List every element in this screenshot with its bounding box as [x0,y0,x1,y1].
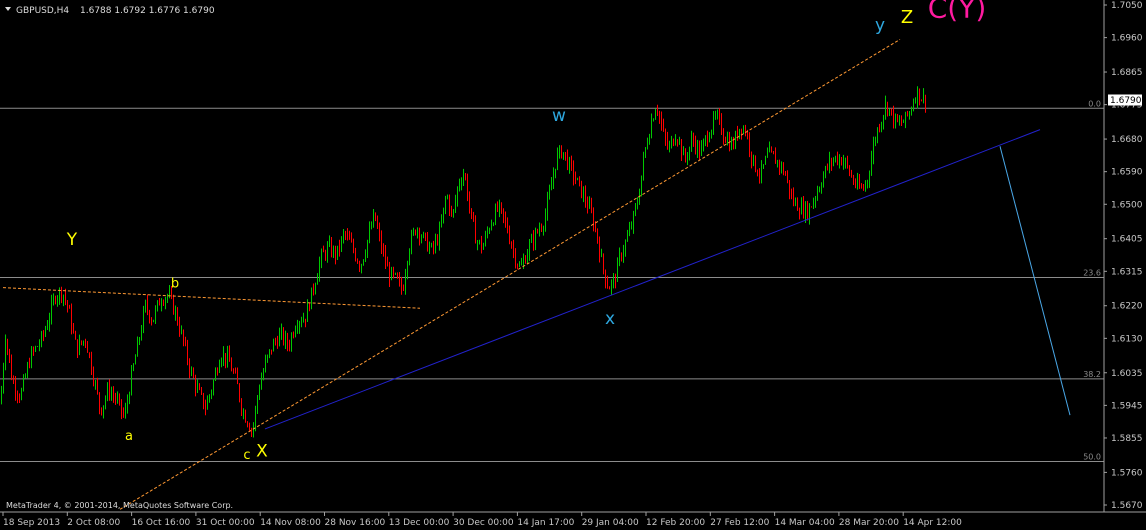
time-tick-label: 14 Apr 12:00 [903,518,962,528]
price-tick-label: 1.6220 [1111,302,1143,312]
time-tick-label: 28 Nov 16:00 [325,518,386,528]
chart-background [0,0,1146,530]
fib-level-label: 0.0 [1088,99,1101,108]
wave-label-w: w [552,106,566,126]
wave-label-z: Z [901,7,913,28]
chart-window[interactable]: 0.0 23.6 38.2 50.0 Ya b c Xw x y Z C(Y) 1.7050 1.69… [0,0,1146,530]
price-tick-label: 1.6680 [1111,135,1143,145]
price-tick-label: 1.6130 [1111,334,1143,344]
price-tick-label: 1.6960 [1111,34,1143,44]
wave-label-x: X [256,441,268,461]
price-tick-label: 1.6590 [1111,168,1143,178]
copyright-text: MetaTrader 4, © 2001-2014, MetaQuotes So… [6,501,233,510]
price-tick-label: 1.6865 [1111,68,1143,78]
wave-label-b: b [171,277,179,292]
time-tick-label: 18 Sep 2013 [3,518,60,528]
price-tick-label: 1.6035 [1111,369,1143,379]
wave-label-a: a [125,429,133,444]
price-tick-label: 1.6315 [1111,267,1143,277]
wave-label-x: x [605,309,615,329]
price-tick-label: 1.5855 [1111,434,1143,444]
time-tick-label: 16 Oct 16:00 [132,518,191,528]
wave-label-y: y [875,15,885,35]
wave-label-c: c [243,448,250,463]
time-tick-label: 14 Mar 04:00 [775,518,835,528]
time-tick-label: 12 Feb 20:00 [646,518,705,528]
symbol-label: GBPUSD,H4 [16,6,69,16]
time-tick-label: 27 Feb 12:00 [710,518,769,528]
current-price-marker: 1.6790 [1108,94,1142,106]
time-tick-label: 2 Oct 08:00 [67,518,120,528]
price-tick-label: 1.6500 [1111,200,1143,210]
fib-level-label: 23.6 [1083,268,1101,277]
fib-level-label: 50.0 [1083,453,1101,462]
price-tick-label: 1.5945 [1111,401,1143,411]
current-price-label: 1.6790 [1110,96,1142,106]
wave-label-y: Y [66,230,78,250]
chart-header: GBPUSD,H4 1.6788 1.6792 1.6776 1.6790 [5,6,215,16]
price-tick-label: 1.5760 [1111,468,1143,478]
time-tick-label: 30 Dec 00:00 [453,518,514,528]
time-tick-label: 14 Nov 08:00 [260,518,321,528]
price-tick-label: 1.5670 [1111,501,1143,511]
ohlc-values: 1.6788 1.6792 1.6776 1.6790 [80,6,215,16]
wave-label-cy: C(Y) [928,0,987,25]
time-tick-label: 31 Oct 00:00 [196,518,255,528]
price-tick-label: 1.7050 [1111,1,1143,11]
time-tick-label: 13 Dec 00:00 [389,518,450,528]
fib-level-label: 38.2 [1083,370,1101,379]
time-tick-label: 28 Mar 20:00 [839,518,899,528]
time-tick-label: 29 Jan 04:00 [582,518,639,528]
price-tick-label: 1.6405 [1111,235,1143,245]
time-tick-label: 14 Jan 17:00 [517,518,574,528]
price-chart[interactable]: 0.0 23.6 38.2 50.0 Ya b c Xw x y Z C(Y) 1.7050 1.69… [0,0,1146,530]
